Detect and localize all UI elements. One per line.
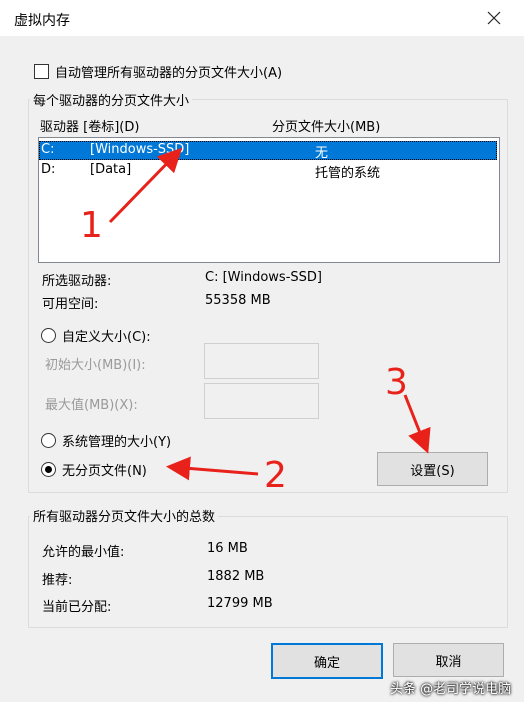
annotation-number-1: 1: [80, 205, 103, 246]
annotation-number-3: 3: [385, 362, 408, 403]
annotation-arrow-1: [108, 147, 183, 224]
annotation-layer: [108, 147, 431, 481]
annotation-number-2: 2: [264, 455, 287, 496]
annotation-arrow-2: [166, 456, 259, 481]
annotation-arrow-3: [403, 394, 431, 454]
watermark: 头条 @老司学说电脑: [390, 682, 512, 697]
